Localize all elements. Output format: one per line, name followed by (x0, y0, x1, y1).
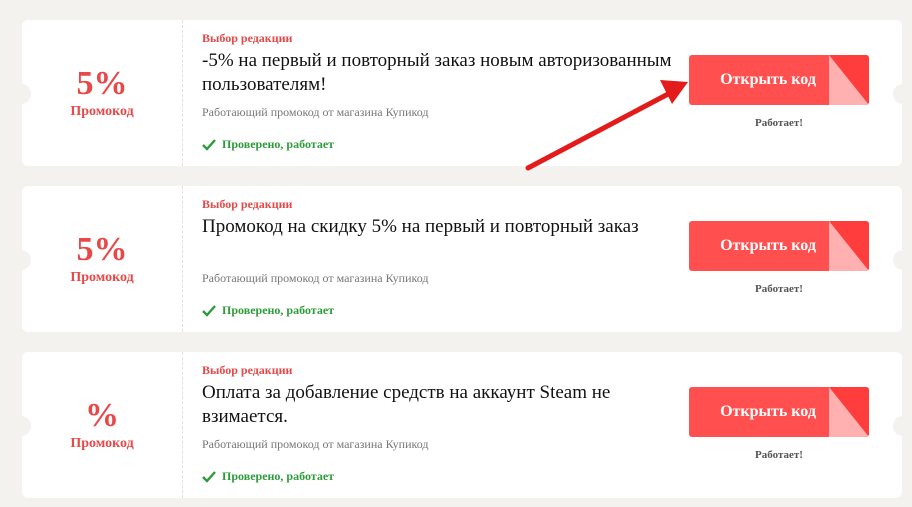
promo-type-label: Промокод (70, 436, 134, 451)
check-icon (202, 138, 216, 151)
coupon-source: Работающий промокод от магазина Купикод (202, 437, 429, 451)
code-status: Работает! (755, 117, 803, 129)
discount-value: 5% (76, 65, 128, 102)
editor-choice-label: Выбор редакции (202, 363, 293, 377)
discount-value: % (85, 397, 119, 434)
coupon-info: Выбор редакции -5% на первый и повторный… (202, 20, 682, 166)
coupon-card: 5% Промокод Выбор редакции -5% на первый… (11, 20, 912, 166)
button-fold-corner (829, 221, 869, 271)
code-status: Работает! (755, 283, 803, 295)
button-fold-corner (829, 387, 869, 437)
coupon-title: Промокод на скидку 5% на первый и повтор… (202, 216, 639, 237)
coupon-info: Выбор редакции Оплата за добавление сред… (202, 352, 682, 498)
verified-label: Проверено, работает (222, 469, 335, 483)
open-code-button[interactable]: Открыть код (689, 55, 869, 105)
coupon-title: -5% на первый и повторный заказ новым ав… (202, 50, 672, 95)
coupon-discount-block: % Промокод (22, 352, 183, 498)
editor-choice-label: Выбор редакции (202, 197, 293, 211)
code-status: Работает! (755, 449, 803, 461)
coupon-discount-block: 5% Промокод (22, 186, 183, 332)
verified-status: Проверено, работает (202, 469, 334, 484)
discount-value: 5% (76, 231, 128, 268)
promo-type-label: Промокод (70, 104, 134, 119)
button-fold-corner (829, 55, 869, 105)
verified-status: Проверено, работает (202, 137, 334, 152)
check-icon (202, 470, 216, 483)
check-icon (202, 304, 216, 317)
coupon-source: Работающий промокод от магазина Купикод (202, 105, 429, 119)
verified-label: Проверено, работает (222, 303, 335, 317)
editor-choice-label: Выбор редакции (202, 31, 293, 45)
coupon-info: Выбор редакции Промокод на скидку 5% на … (202, 186, 682, 332)
open-code-button[interactable]: Открыть код (689, 387, 869, 437)
coupon-card: 5% Промокод Выбор редакции Промокод на с… (11, 186, 912, 332)
open-code-button-label: Открыть код (720, 237, 816, 254)
coupon-source: Работающий промокод от магазина Купикод (202, 271, 429, 285)
open-code-button[interactable]: Открыть код (689, 221, 869, 271)
open-code-button-label: Открыть код (720, 403, 816, 420)
coupon-title: Оплата за добавление средств на аккаунт … (202, 382, 611, 427)
coupon-discount-block: 5% Промокод (22, 20, 183, 166)
open-code-button-label: Открыть код (720, 71, 816, 88)
promo-type-label: Промокод (70, 270, 134, 285)
verified-label: Проверено, работает (222, 137, 335, 151)
coupon-card: % Промокод Выбор редакции Оплата за доба… (11, 352, 912, 498)
verified-status: Проверено, работает (202, 303, 334, 318)
